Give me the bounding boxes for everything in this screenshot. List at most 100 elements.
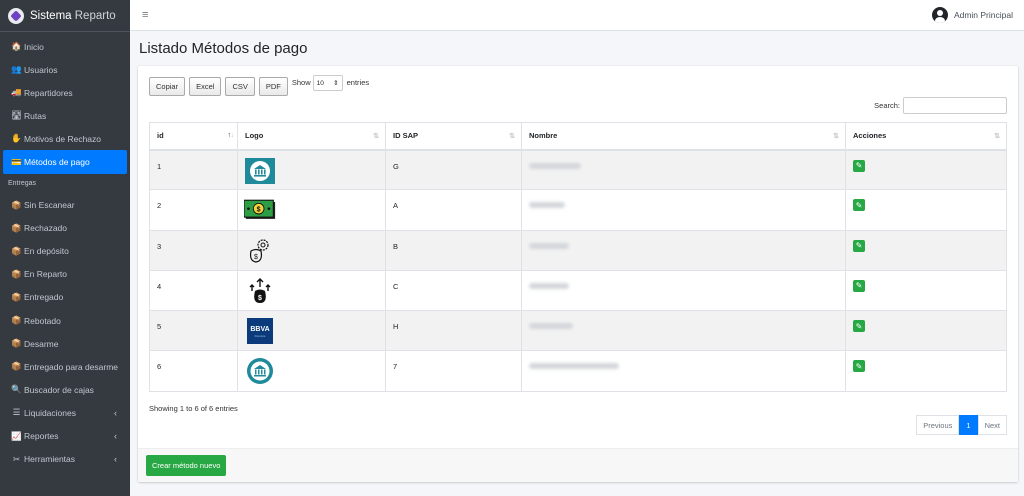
svg-text:$: $: [258, 295, 262, 302]
create-method-button[interactable]: Crear método nuevo: [146, 455, 227, 476]
sidebar-item-icon: 📦: [11, 222, 22, 233]
sidebar-item-entregado[interactable]: 📦 Entregado: [3, 286, 127, 309]
sidebar-item-métodos-de-pago[interactable]: 💳 Métodos de pago: [3, 150, 127, 174]
page-1-button[interactable]: 1: [959, 415, 978, 435]
cell-id-sap: 7: [385, 350, 522, 392]
next-button[interactable]: Next: [977, 415, 1007, 435]
cell-acciones: ✎: [845, 310, 1007, 352]
topbar: ≡ Admin Principal: [130, 0, 1024, 31]
cell-acciones: ✎: [845, 148, 1007, 191]
sidebar-item-icon: 🏠: [11, 41, 22, 52]
edit-icon[interactable]: ✎: [853, 320, 865, 333]
sidebar-item-liquidaciones[interactable]: ☰ Liquidaciones ‹: [3, 401, 127, 424]
sidebar-item-label: Buscador de cajas: [24, 384, 94, 395]
chevron-left-icon: ‹: [114, 454, 117, 465]
bank-circle-icon: [244, 156, 276, 186]
sidebar-item-label: Rutas: [24, 110, 47, 121]
sidebar-item-icon: 📦: [11, 361, 22, 372]
sidebar-item-repartidores[interactable]: 🚚 Repartidores: [3, 81, 127, 104]
page-length-value: 10: [316, 79, 324, 87]
page-length-select[interactable]: 10 ⇕: [312, 75, 343, 91]
table-row: 4 $ C ✎: [149, 269, 1007, 312]
sidebar-item-label: Liquidaciones: [24, 407, 76, 418]
cell-id: 2: [149, 189, 238, 231]
user-menu[interactable]: Admin Principal: [931, 7, 1013, 23]
previous-button[interactable]: Previous: [916, 415, 960, 435]
sidebar-item-rutas[interactable]: 🛣 Rutas: [3, 104, 127, 127]
cash-bill-icon: $: [244, 195, 276, 225]
redacted-name: [529, 162, 581, 169]
sidebar-item-label: Inicio: [24, 41, 44, 52]
sidebar-item-en-depósito[interactable]: 📦 En depósito: [3, 240, 127, 263]
sidebar-item-herramientas[interactable]: ✂ Herramientas ‹: [3, 448, 127, 471]
brand-text: Sistema Reparto: [30, 9, 116, 22]
sidebar-item-en-reparto[interactable]: 📦 En Reparto: [3, 263, 127, 286]
sidebar-item-label: Entregado para desarme: [24, 361, 119, 372]
table-row: 2 $ A ✎: [149, 189, 1007, 231]
search-label: Search:: [874, 101, 900, 110]
cell-id: 4: [149, 269, 238, 312]
pagination: Previous 1 Next: [916, 415, 1007, 435]
edit-icon[interactable]: ✎: [853, 279, 865, 292]
header-logo[interactable]: Logo ⇅: [237, 122, 386, 151]
menu-toggle-icon[interactable]: ≡: [142, 9, 148, 21]
sidebar-item-icon: 📦: [11, 315, 22, 326]
edit-icon[interactable]: ✎: [853, 199, 865, 212]
cell-nombre: [521, 310, 846, 352]
sidebar-item-icon: 🔍: [11, 384, 22, 395]
excel-button[interactable]: Excel: [189, 77, 222, 96]
header-nombre[interactable]: Nombre ⇅: [521, 122, 846, 151]
csv-button[interactable]: CSV: [225, 77, 255, 96]
sort-icon: ⇅: [833, 133, 839, 140]
sidebar-item-motivos-de-rechazo[interactable]: ✋ Motivos de Rechazo: [3, 127, 127, 150]
sidebar-item-usuarios[interactable]: 👥 Usuarios: [3, 58, 127, 81]
table-row: 5 BBVA Francés H ✎: [149, 310, 1007, 352]
pdf-button[interactable]: PDF: [258, 77, 288, 96]
sidebar-item-reportes[interactable]: 📈 Reportes ‹: [3, 425, 127, 448]
cell-id-sap: C: [385, 269, 522, 312]
sidebar-item-icon: 🚚: [11, 87, 22, 98]
sidebar-item-sin-escanear[interactable]: 📦 Sin Escanear: [3, 194, 127, 217]
header-id[interactable]: id ↑ ↓: [149, 122, 238, 151]
sidebar-item-rebotado[interactable]: 📦 Rebotado: [3, 309, 127, 332]
sidebar-item-entregado-para-desarme[interactable]: 📦 Entregado para desarme: [3, 355, 127, 378]
sidebar-item-label: Métodos de pago: [24, 157, 90, 168]
cell-acciones: ✎: [845, 189, 1007, 231]
header-acciones[interactable]: Acciones ⇅: [845, 122, 1007, 151]
export-toolbar: Copiar Excel CSV PDF Show 10 ⇕ entries: [149, 75, 370, 96]
cell-acciones: ✎: [845, 229, 1007, 271]
cell-id-sap: H: [385, 310, 522, 352]
show-label: Show: [291, 78, 311, 87]
cell-nombre: [521, 189, 846, 231]
sidebar-item-icon: 🛣: [11, 110, 22, 121]
redacted-name: [529, 323, 573, 330]
edit-icon[interactable]: ✎: [853, 159, 865, 172]
cell-nombre: [521, 350, 846, 392]
sidebar-item-rechazado[interactable]: 📦 Rechazado: [3, 217, 127, 240]
user-avatar-icon: [931, 7, 948, 23]
search-input[interactable]: [903, 97, 1007, 114]
edit-icon[interactable]: ✎: [853, 360, 865, 373]
sort-icon: ⇅: [509, 133, 515, 140]
sidebar-item-icon: 👥: [11, 64, 22, 75]
cell-logo: $: [237, 269, 386, 312]
brand[interactable]: Sistema Reparto: [0, 0, 130, 32]
entries-label: entries: [346, 78, 370, 87]
sidebar-item-inicio[interactable]: 🏠 Inicio: [3, 35, 127, 58]
edit-icon[interactable]: ✎: [853, 239, 865, 252]
svg-text:Francés: Francés: [255, 334, 266, 338]
sidebar-item-icon: 📦: [11, 245, 22, 256]
sidebar-item-label: Reportes: [24, 431, 59, 442]
sidebar-item-icon: 📦: [11, 291, 22, 302]
sidebar-item-icon: 💳: [11, 156, 22, 167]
sidebar-item-icon: ☰: [12, 407, 21, 418]
search-area: Search:: [874, 97, 1007, 114]
copy-button[interactable]: Copiar: [149, 77, 186, 96]
sidebar-item-buscador-de-cajas[interactable]: 🔍 Buscador de cajas: [3, 378, 127, 401]
table-row: 1 G ✎: [149, 148, 1007, 191]
header-id-sap[interactable]: ID SAP ⇅: [385, 122, 522, 151]
sidebar-item-icon: 📈: [11, 430, 22, 441]
sidebar-item-desarme[interactable]: 📦 Desarme: [3, 332, 127, 355]
svg-text:BBVA: BBVA: [250, 326, 269, 333]
money-bag-arrows-icon: $: [244, 276, 276, 306]
